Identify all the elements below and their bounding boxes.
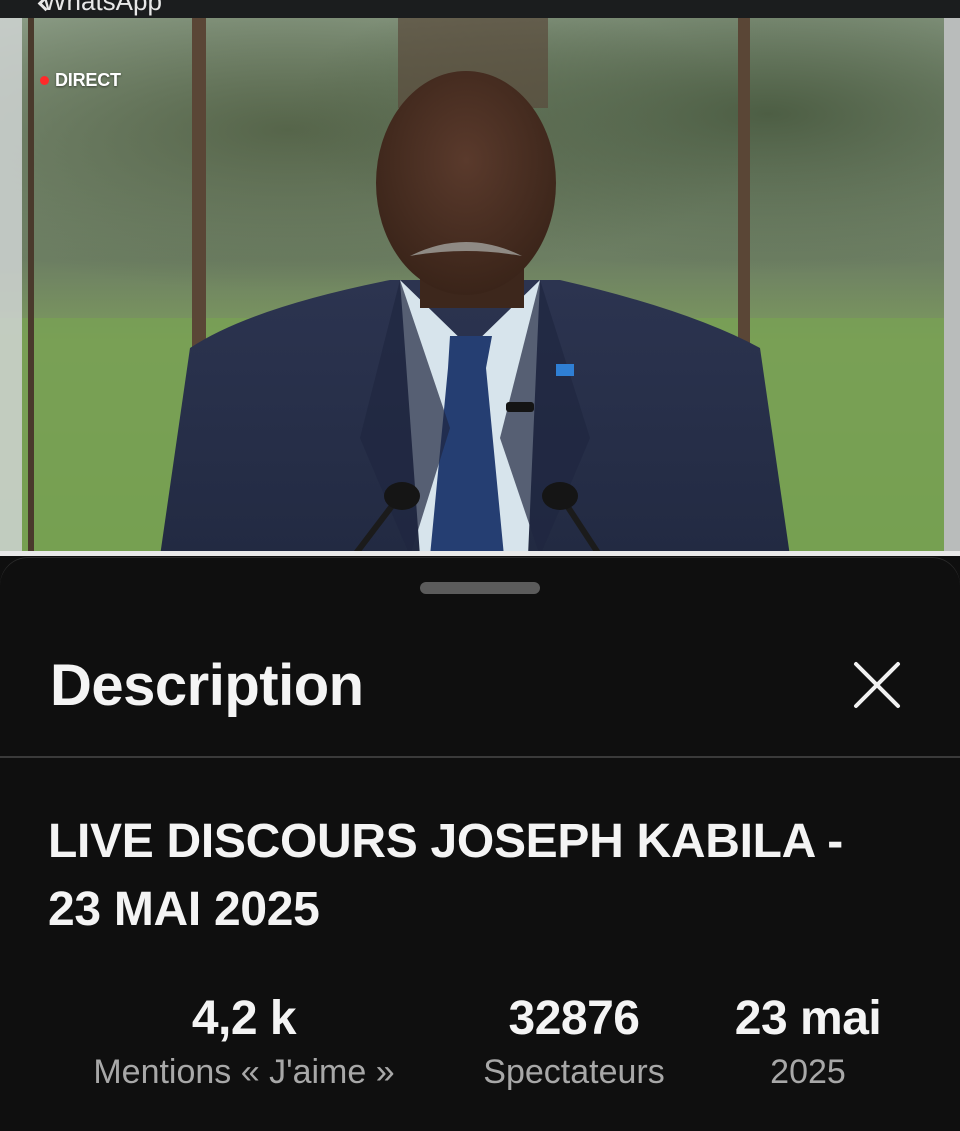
likes-label: Mentions « J'aime » bbox=[93, 1053, 395, 1091]
likes-count: 4,2 k bbox=[191, 992, 297, 1045]
live-badge: DIRECT bbox=[40, 70, 121, 91]
close-button[interactable] bbox=[848, 656, 906, 714]
description-sheet: Description LIVE DISCOURS JOSEPH KABILA … bbox=[0, 558, 960, 1131]
progress-fill bbox=[0, 551, 960, 556]
progress-bar[interactable] bbox=[0, 551, 960, 556]
live-dot-icon bbox=[40, 76, 49, 85]
sheet-title: Description bbox=[50, 653, 364, 718]
likes-stat: 4,2 k Mentions « J'aime » bbox=[58, 990, 430, 1096]
close-icon bbox=[854, 662, 900, 708]
video-title: LIVE DISCOURS JOSEPH KABILA - 23 MAI 202… bbox=[48, 815, 843, 936]
viewers-stat: 32876 Spectateurs bbox=[460, 990, 688, 1096]
video-frame-image bbox=[0, 18, 960, 556]
viewers-label: Spectateurs bbox=[483, 1053, 665, 1091]
back-to-app-link[interactable]: WhatsApp bbox=[42, 0, 162, 17]
video-player[interactable]: DIRECT bbox=[0, 18, 960, 556]
live-label: DIRECT bbox=[55, 70, 121, 90]
viewers-count: 32876 bbox=[508, 992, 640, 1045]
date-stat: 23 mai 2025 bbox=[712, 990, 904, 1096]
drag-handle[interactable] bbox=[420, 582, 540, 594]
status-bar: WhatsApp bbox=[0, 0, 960, 18]
date-year: 2025 bbox=[770, 1053, 846, 1091]
date-day-month: 23 mai bbox=[734, 992, 882, 1045]
sheet-header: Description bbox=[0, 618, 960, 758]
